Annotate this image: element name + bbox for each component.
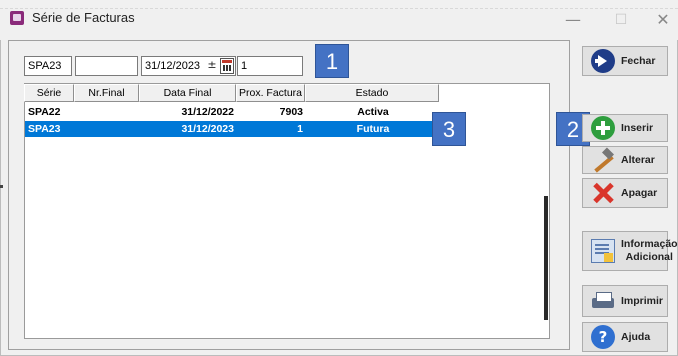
alterar-label: Alterar xyxy=(621,154,655,166)
info-label-line1: Informação xyxy=(621,238,678,250)
column-header-prox-factura[interactable]: Prox. Factura xyxy=(236,84,305,102)
cell-prox-factura: 1 xyxy=(297,123,303,135)
table-row-selected[interactable]: SPA23 31/12/2023 1 Futura xyxy=(25,121,440,137)
apagar-button[interactable]: Apagar xyxy=(582,178,668,208)
grid-header: Série Nr.Final Data Final Prox. Factura … xyxy=(24,84,439,102)
cell-data-final: 31/12/2022 xyxy=(181,106,234,118)
nr-final-filter-input[interactable] xyxy=(75,56,138,76)
plus-circle-icon xyxy=(591,116,615,140)
fechar-button[interactable]: Fechar xyxy=(582,46,668,76)
inserir-label: Inserir xyxy=(621,122,654,134)
cell-nr-final xyxy=(75,121,140,137)
minimize-button[interactable]: — xyxy=(556,6,590,34)
ajuda-label: Ajuda xyxy=(621,331,651,343)
red-x-icon xyxy=(591,181,615,205)
column-header-data-final[interactable]: Data Final xyxy=(139,84,236,102)
app-icon xyxy=(10,11,24,25)
close-button[interactable]: ✕ xyxy=(646,6,678,34)
alterar-button[interactable]: Alterar xyxy=(582,146,668,174)
info-label-line2: Adicional xyxy=(625,251,673,263)
maximize-button[interactable]: ☐ xyxy=(604,6,638,34)
cell-data-final: 31/12/2023 xyxy=(181,123,234,135)
annotation-badge-3: 3 xyxy=(432,112,466,146)
column-header-estado[interactable]: Estado xyxy=(305,84,439,102)
inserir-button[interactable]: Inserir xyxy=(582,114,668,142)
imprimir-button[interactable]: Imprimir xyxy=(582,285,668,317)
imprimir-label: Imprimir xyxy=(621,295,664,307)
prox-factura-filter-input[interactable]: 1 xyxy=(237,56,303,76)
printer-icon xyxy=(591,289,615,313)
cell-serie: SPA22 xyxy=(28,106,61,118)
grid-scrollbar[interactable] xyxy=(544,196,548,320)
informacao-adicional-button[interactable]: Informação Adicional xyxy=(582,231,678,271)
ajuda-button[interactable]: ? Ajuda xyxy=(582,322,668,352)
column-header-nr-final[interactable]: Nr.Final xyxy=(74,84,139,102)
cell-prox-factura: 7903 xyxy=(279,106,303,118)
table-row[interactable]: SPA22 31/12/2022 7903 Activa xyxy=(25,104,440,120)
informacao-adicional-label: Informação Adicional xyxy=(621,238,678,264)
fechar-label: Fechar xyxy=(621,55,656,67)
window-title: Série de Facturas xyxy=(32,10,135,25)
hammer-icon xyxy=(591,148,615,172)
column-header-serie[interactable]: Série xyxy=(24,84,74,102)
cell-estado: Activa xyxy=(357,106,389,118)
date-spin-button[interactable]: ± xyxy=(205,58,219,74)
annotation-badge-1: 1 xyxy=(315,44,349,78)
cell-estado: Futura xyxy=(356,123,390,135)
cell-serie: SPA23 xyxy=(28,123,61,135)
cell-nr-final xyxy=(75,104,140,120)
exit-arrow-icon xyxy=(591,49,615,73)
serie-filter-input[interactable]: SPA23 xyxy=(24,56,72,76)
help-icon: ? xyxy=(591,325,615,349)
resize-grip-dot xyxy=(0,185,3,188)
calendar-icon[interactable] xyxy=(220,58,234,74)
document-info-icon xyxy=(591,239,615,263)
apagar-label: Apagar xyxy=(621,187,658,199)
